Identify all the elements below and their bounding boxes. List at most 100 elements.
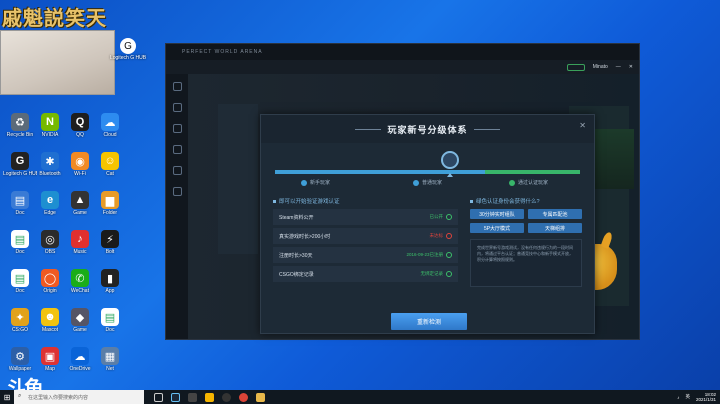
desktop-shortcut[interactable]: ⚙ Wallpaper (6, 347, 34, 372)
benefit-button[interactable]: 专属匹配池 (528, 209, 582, 219)
requirement-name: Steam资料公开 (279, 214, 314, 221)
pwa-icon[interactable] (205, 392, 214, 402)
desktop-shortcut[interactable]: ⚡ Bolt (96, 230, 124, 255)
app-icon[interactable] (188, 392, 197, 402)
desktop-shortcut[interactable]: ◯ Origin (36, 269, 64, 294)
benefit-buttons: 30分钟实时组队 专属匹配池 5P大厅模式 天梯组排 (470, 209, 582, 233)
app-icon: ▤ (11, 191, 29, 209)
app-icon: ▤ (11, 269, 29, 287)
step-label: 新手玩家 (310, 180, 331, 186)
desktop-shortcut[interactable]: ♪ Music (66, 230, 94, 255)
start-button[interactable]: ⊞ (0, 390, 14, 404)
desktop-shortcut[interactable]: Q QQ (66, 113, 94, 138)
app-icon: ♻ (11, 113, 29, 131)
info-text: 完成世界新号游戏测试，没有任何违规行为的一段时间内，将通过平台认证；普通竞技中心… (470, 239, 582, 287)
desktop-shortcut[interactable]: ◆ Game (66, 308, 94, 333)
modal-header: 玩家新号分级体系 ✕ (261, 115, 594, 143)
app-icon: ☻ (41, 308, 59, 326)
desktop-shortcut[interactable]: ◎ OBS (36, 230, 64, 255)
toolbar-status-button[interactable] (566, 63, 585, 71)
minimize-icon[interactable]: — (616, 64, 621, 70)
desktop-shortcut[interactable]: ☁ OneDrive (66, 347, 94, 372)
section-heading: 即可以开始验证游戏认证 (273, 197, 458, 205)
desktop-shortcut[interactable]: ☁ Cloud (96, 113, 124, 138)
desktop-shortcut[interactable]: ✦ CS:GO (6, 308, 34, 333)
desktop-shortcut[interactable]: ☻ Mascot (36, 308, 64, 333)
desktop-shortcut[interactable]: N NVIDIA (36, 113, 64, 138)
toolbar-username[interactable]: Minato (593, 64, 608, 70)
desktop-shortcut-label: Bolt (105, 249, 115, 255)
close-icon[interactable]: ✕ (629, 64, 633, 70)
desktop-shortcut[interactable]: ✱ Bluetooth (36, 152, 64, 177)
retest-button[interactable]: 重新检测 (391, 313, 467, 330)
desktop-shortcut-ghub[interactable]: G Logitech G HUB (110, 38, 146, 61)
desktop-shortcut-label: Music (73, 249, 87, 255)
desktop-shortcut[interactable]: ♻ Recycle Bin (6, 113, 34, 138)
sidebar-home-icon[interactable] (172, 82, 182, 91)
steam-icon[interactable] (171, 392, 180, 402)
app-icon: ▣ (41, 347, 59, 365)
desktop-shortcut[interactable]: ▲ Game (66, 191, 94, 216)
requirements-list: Steam资料公开 已公开 真实游戏时长>200小时 未达标 注册时长>30天 2016-… (273, 209, 458, 282)
input-language[interactable]: 英 (685, 394, 690, 400)
webcam-feed (0, 30, 115, 95)
desktop-shortcut[interactable]: ▮ App (96, 269, 124, 294)
app-icon: Q (71, 113, 89, 131)
desktop-shortcut[interactable]: ✆ WeChat (66, 269, 94, 294)
desktop-shortcut[interactable]: ▦ Net (96, 347, 124, 372)
requirement-row: Steam资料公开 已公开 (273, 209, 458, 225)
step-verified: 通过认证玩家 (509, 179, 548, 186)
obs-icon[interactable] (222, 392, 231, 402)
benefits-column: 绿色认证身份会获得什么? 30分钟实时组队 专属匹配池 5P大厅模式 天梯组排 … (470, 197, 582, 307)
requirement-status: 未达标 (430, 233, 452, 239)
desktop-shortcut-label: Doc (15, 249, 25, 255)
explorer-icon[interactable] (256, 392, 265, 402)
clock[interactable]: 18:02 2021/1/31 (696, 392, 716, 402)
desktop-shortcut-label: OneDrive (69, 366, 91, 372)
taskbar: ⊞ ⌕ 在这里输入你要搜索的内容 ♪ 英 18:02 2021/1/31 (0, 390, 720, 404)
desktop-shortcut-label: Edge (44, 210, 56, 216)
desktop-shortcut[interactable]: ◉ Wi-Fi (66, 152, 94, 177)
sidebar-trophy-icon[interactable] (172, 166, 182, 175)
desktop-shortcut-label: Net (106, 366, 114, 372)
desktop-shortcut[interactable]: ▤ Doc (6, 191, 34, 216)
progress-marker (447, 173, 453, 177)
app-icon: e (41, 191, 59, 209)
desktop-shortcut[interactable]: ▤ Doc (6, 269, 34, 294)
app-icon: N (41, 113, 59, 131)
desktop-shortcut[interactable]: ▤ Doc (6, 230, 34, 255)
step-normal: 普通玩家 (413, 179, 442, 186)
desktop-shortcut[interactable]: e Edge (36, 191, 64, 216)
desktop-shortcut[interactable]: ☺ Cat (96, 152, 124, 177)
benefit-button[interactable]: 5P大厅模式 (470, 223, 524, 233)
desktop-shortcut[interactable]: ▣ Map (36, 347, 64, 372)
requirement-row: 注册时长>30天 2016-09-23已注册 (273, 247, 458, 263)
desktop-shortcut-label: Game (73, 327, 87, 333)
close-icon[interactable]: ✕ (579, 121, 586, 130)
app-window: PERFECT WORLD ARENA Minato — ✕ 玩家新号分级体系 … (165, 43, 640, 340)
desktop-shortcut-label: OBS (44, 249, 56, 255)
sidebar-chart-icon[interactable] (172, 145, 182, 154)
sidebar-store-icon[interactable] (172, 187, 182, 196)
requirement-status: 无绑定记录 (421, 271, 452, 277)
sidebar-shield-icon[interactable] (172, 103, 182, 112)
step-dot (301, 179, 307, 186)
app-icon: ▆ (101, 191, 119, 209)
volume-icon[interactable]: ♪ (677, 395, 679, 400)
chrome-icon[interactable] (239, 392, 248, 402)
desktop-shortcut[interactable]: G Logitech G HUB (3, 152, 37, 177)
step-label: 通过认证玩家 (518, 180, 549, 186)
benefit-button[interactable]: 30分钟实时组队 (470, 209, 524, 219)
desktop-shortcut[interactable]: ▆ Folder (96, 191, 124, 216)
warning-icon (446, 233, 452, 239)
modal-title: 玩家新号分级体系 (387, 124, 468, 135)
sidebar-play-icon[interactable] (172, 124, 182, 133)
overlay-banner: 戚魁説笑天 (2, 6, 107, 30)
benefit-button[interactable]: 天梯组排 (528, 223, 582, 233)
desktop-shortcut-label: NVIDIA (41, 132, 59, 138)
taskbar-search[interactable]: ⌕ 在这里输入你要搜索的内容 (14, 390, 144, 404)
desktop-shortcut-label: App (105, 288, 115, 294)
bullet-icon (470, 199, 473, 203)
desktop-shortcut[interactable]: ▤ Doc (96, 308, 124, 333)
task-view-icon[interactable] (154, 392, 163, 402)
